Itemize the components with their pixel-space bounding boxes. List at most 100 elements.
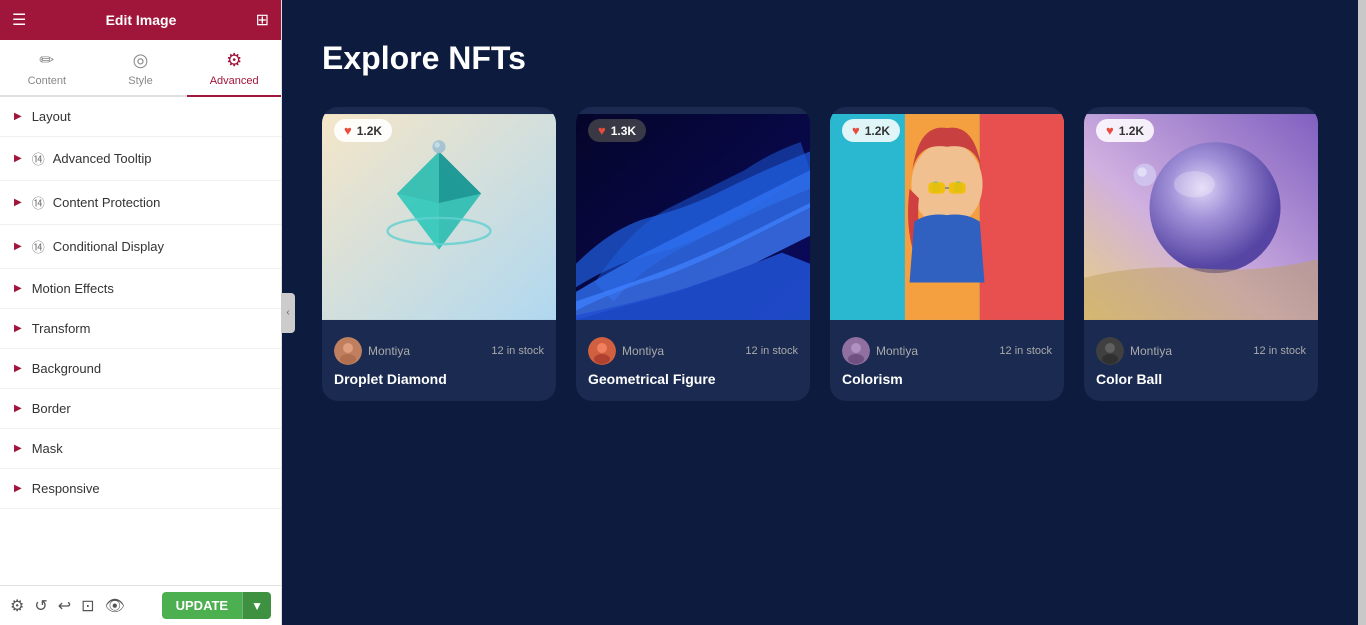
history-icon[interactable]: ↺ <box>34 596 47 616</box>
nft-card-info-1: Montiya 12 in stock Droplet Diamond <box>322 327 556 401</box>
like-count-1: 1.2K <box>357 124 382 138</box>
sidebar-item-label: Responsive <box>32 481 100 496</box>
tab-style-label: Style <box>128 75 152 87</box>
update-dropdown-button[interactable]: ▼ <box>242 592 271 619</box>
stock-label-3: 12 in stock <box>999 345 1052 357</box>
sidebar-item-label: Transform <box>32 321 91 336</box>
nft-card-3[interactable]: ♥ 1.2K <box>830 107 1064 401</box>
author-avatar-3 <box>842 337 870 365</box>
main-content: Explore NFTs <box>282 0 1358 625</box>
sidebar-bottom-bar: ⚙ ↺ ↩ ⊡ 👁 UPDATE ▼ <box>0 585 281 625</box>
bottom-icons: ⚙ ↺ ↩ ⊡ 👁 <box>10 596 125 616</box>
tab-content[interactable]: ✏ Content <box>0 40 94 97</box>
sidebar-item-label: Motion Effects <box>32 281 114 296</box>
sidebar-tabs: ✏ Content ◎ Style ⚙ Advanced <box>0 40 281 97</box>
arrow-icon: ▶ <box>14 483 22 494</box>
style-tab-icon: ◎ <box>133 50 149 71</box>
like-count-3: 1.2K <box>865 124 890 138</box>
nft-card-image-4: ♥ 1.2K <box>1084 107 1318 327</box>
plugin-icon: ⑭ <box>32 237 45 256</box>
sidebar-item-content-protection[interactable]: ▶ ⑭ Content Protection <box>0 181 281 225</box>
author-avatar-4 <box>1096 337 1124 365</box>
nft-card-image-1: ♥ 1.2K <box>322 107 556 327</box>
nft-card-meta-2: Montiya 12 in stock <box>588 337 798 365</box>
nft-card-info-3: Montiya 12 in stock Colorism <box>830 327 1064 401</box>
main-inner: Explore NFTs <box>282 0 1358 431</box>
advanced-tab-icon: ⚙ <box>226 50 242 71</box>
nft-author-4: Montiya <box>1096 337 1172 365</box>
nft-title-4: Color Ball <box>1096 371 1306 387</box>
arrow-icon: ▶ <box>14 363 22 374</box>
arrow-icon: ▶ <box>14 197 22 208</box>
settings-icon[interactable]: ⚙ <box>10 596 24 616</box>
nft-card-info-2: Montiya 12 in stock Geometrical Figure <box>576 327 810 401</box>
nft-card-image-3: ♥ 1.2K <box>830 107 1064 327</box>
sidebar-item-label: Mask <box>32 441 63 456</box>
like-count-2: 1.3K <box>611 124 636 138</box>
tab-advanced[interactable]: ⚙ Advanced <box>187 40 281 97</box>
arrow-icon: ▶ <box>14 241 22 252</box>
collapse-handle[interactable]: ‹ <box>281 293 295 333</box>
tab-content-label: Content <box>28 75 67 87</box>
sidebar-title: Edit Image <box>106 12 177 28</box>
arrow-icon: ▶ <box>14 403 22 414</box>
sidebar-item-background[interactable]: ▶ Background <box>0 349 281 389</box>
sidebar-item-responsive[interactable]: ▶ Responsive <box>0 469 281 509</box>
nft-card-info-4: Montiya 12 in stock Color Ball <box>1084 327 1318 401</box>
author-avatar-1 <box>334 337 362 365</box>
nft-author-3: Montiya <box>842 337 918 365</box>
like-count-4: 1.2K <box>1119 124 1144 138</box>
scrollbar[interactable] <box>1358 0 1366 625</box>
author-name-2: Montiya <box>622 344 664 358</box>
sidebar: ☰ Edit Image ⊞ ✏ Content ◎ Style ⚙ Advan… <box>0 0 282 625</box>
nft-card-1[interactable]: ♥ 1.2K <box>322 107 556 401</box>
nft-title-1: Droplet Diamond <box>334 371 544 387</box>
update-button-group: UPDATE ▼ <box>162 592 271 619</box>
nft-card-2[interactable]: ♥ 1.3K <box>576 107 810 401</box>
author-name-1: Montiya <box>368 344 410 358</box>
page-title: Explore NFTs <box>322 40 1318 77</box>
undo-icon[interactable]: ↩ <box>58 596 71 616</box>
stock-label-1: 12 in stock <box>491 345 544 357</box>
arrow-icon: ▶ <box>14 443 22 454</box>
heart-icon-3: ♥ <box>852 123 860 138</box>
sidebar-item-motion-effects[interactable]: ▶ Motion Effects <box>0 269 281 309</box>
sidebar-item-transform[interactable]: ▶ Transform <box>0 309 281 349</box>
sidebar-item-advanced-tooltip[interactable]: ▶ ⑭ Advanced Tooltip <box>0 137 281 181</box>
stock-label-2: 12 in stock <box>745 345 798 357</box>
save-icon[interactable]: ⊡ <box>81 596 94 616</box>
menu-icon[interactable]: ☰ <box>12 10 26 30</box>
nft-author-2: Montiya <box>588 337 664 365</box>
sidebar-item-border[interactable]: ▶ Border <box>0 389 281 429</box>
like-badge-3: ♥ 1.2K <box>842 119 900 142</box>
author-name-3: Montiya <box>876 344 918 358</box>
sidebar-item-conditional-display[interactable]: ▶ ⑭ Conditional Display <box>0 225 281 269</box>
plugin-icon: ⑭ <box>32 149 45 168</box>
grid-icon[interactable]: ⊞ <box>256 10 269 30</box>
preview-icon[interactable]: 👁 <box>105 596 125 616</box>
author-name-4: Montiya <box>1130 344 1172 358</box>
sidebar-item-mask[interactable]: ▶ Mask <box>0 429 281 469</box>
sidebar-item-label: Background <box>32 361 101 376</box>
like-badge-2: ♥ 1.3K <box>588 119 646 142</box>
sidebar-item-label: Border <box>32 401 71 416</box>
nft-card-meta-4: Montiya 12 in stock <box>1096 337 1306 365</box>
plugin-icon: ⑭ <box>32 193 45 212</box>
sidebar-item-label: Layout <box>32 109 71 124</box>
nft-title-2: Geometrical Figure <box>588 371 798 387</box>
sidebar-item-layout[interactable]: ▶ Layout <box>0 97 281 137</box>
author-avatar-2 <box>588 337 616 365</box>
nft-title-3: Colorism <box>842 371 1052 387</box>
content-tab-icon: ✏ <box>39 50 54 71</box>
heart-icon-2: ♥ <box>598 123 606 138</box>
tab-advanced-label: Advanced <box>210 75 259 87</box>
update-button[interactable]: UPDATE <box>162 592 242 619</box>
stock-label-4: 12 in stock <box>1253 345 1306 357</box>
nft-card-meta-1: Montiya 12 in stock <box>334 337 544 365</box>
arrow-icon: ▶ <box>14 153 22 164</box>
nft-card-meta-3: Montiya 12 in stock <box>842 337 1052 365</box>
tab-style[interactable]: ◎ Style <box>94 40 188 97</box>
nft-card-4[interactable]: ♥ 1.2K <box>1084 107 1318 401</box>
sidebar-item-label: Advanced Tooltip <box>53 151 152 166</box>
sidebar-item-label: Content Protection <box>53 195 161 210</box>
